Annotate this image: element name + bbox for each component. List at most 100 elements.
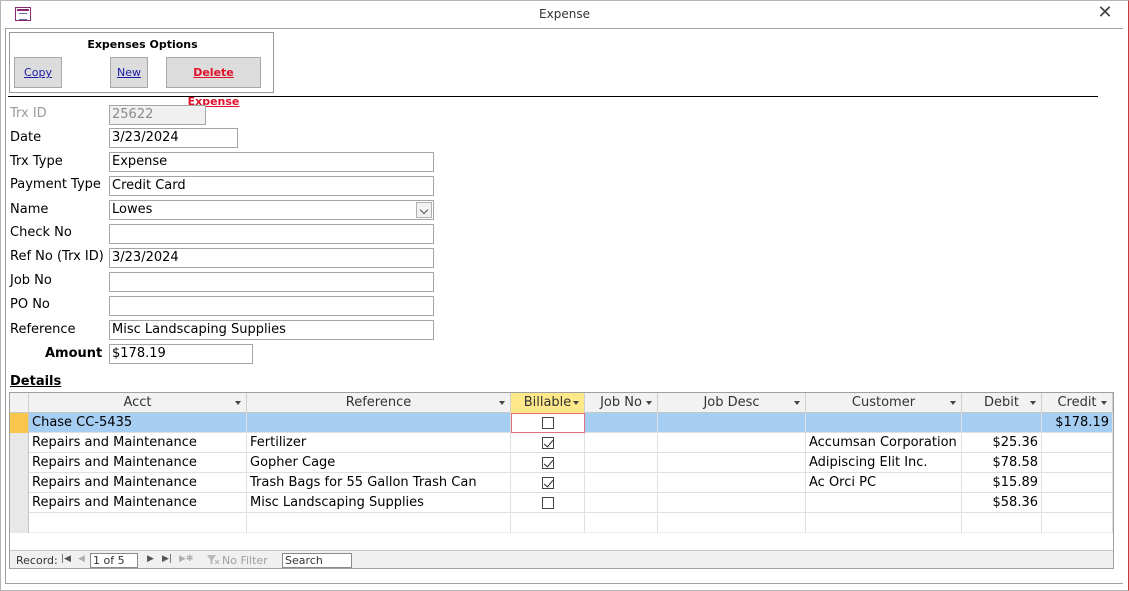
credit-cell[interactable] — [1042, 513, 1113, 533]
debit-cell[interactable]: $58.36 — [962, 493, 1042, 513]
sort-arrow-icon[interactable] — [1030, 401, 1036, 405]
date-field[interactable]: 3/23/2024 — [109, 128, 238, 148]
new-record-row[interactable] — [10, 513, 1113, 533]
customer-cell[interactable]: Adipiscing Elit Inc. — [806, 453, 962, 473]
row-selector[interactable] — [10, 453, 29, 473]
acct-cell[interactable]: Repairs and Maintenance — [29, 473, 247, 493]
column-header-billable[interactable]: Billable — [511, 393, 585, 413]
copy-button[interactable]: Copy — [14, 57, 62, 88]
reference-cell[interactable]: Fertilizer — [247, 433, 511, 453]
job-desc-cell[interactable] — [658, 513, 806, 533]
debit-cell[interactable] — [962, 513, 1042, 533]
new-record-icon[interactable]: ▶✱ — [179, 554, 193, 564]
reference-cell[interactable] — [247, 513, 511, 533]
new-button[interactable]: New — [110, 57, 148, 88]
job-no-cell[interactable] — [585, 413, 658, 433]
job-no-cell[interactable] — [585, 433, 658, 453]
sort-arrow-icon[interactable] — [646, 401, 652, 405]
customer-cell[interactable] — [806, 493, 962, 513]
job-no-cell[interactable] — [585, 453, 658, 473]
table-row[interactable]: Repairs and Maintenance Misc Landscaping… — [10, 493, 1113, 513]
chevron-down-icon[interactable] — [416, 202, 432, 218]
sort-arrow-icon[interactable] — [235, 401, 241, 405]
acct-cell[interactable]: Chase CC-5435 — [29, 413, 247, 433]
column-header-customer[interactable]: Customer — [806, 393, 962, 413]
job-desc-cell[interactable] — [658, 413, 806, 433]
customer-cell[interactable]: Ac Orci PC — [806, 473, 962, 493]
table-row[interactable]: Chase CC-5435 $178.19 — [10, 413, 1113, 433]
billable-cell[interactable] — [511, 513, 585, 533]
reference-cell[interactable] — [247, 413, 511, 433]
billable-checkbox[interactable] — [542, 437, 554, 449]
record-position-input[interactable]: 1 of 5 — [90, 553, 138, 568]
close-button[interactable]: ✕ — [1095, 3, 1115, 23]
no-filter-button[interactable]: No Filter — [207, 551, 271, 568]
amount-field[interactable]: $178.19 — [109, 344, 253, 364]
job-no-cell[interactable] — [585, 513, 658, 533]
acct-cell[interactable]: Repairs and Maintenance — [29, 433, 247, 453]
payment-type-field[interactable]: Credit Card — [109, 176, 434, 196]
row-selector[interactable] — [10, 493, 29, 513]
name-combobox[interactable]: Lowes — [109, 200, 434, 220]
row-selector[interactable] — [10, 413, 29, 433]
billable-cell[interactable] — [511, 473, 585, 493]
credit-cell[interactable] — [1042, 453, 1113, 473]
last-record-icon[interactable]: ▶| — [162, 554, 172, 564]
job-no-cell[interactable] — [585, 493, 658, 513]
debit-cell[interactable] — [962, 413, 1042, 433]
credit-cell[interactable]: $178.19 — [1042, 413, 1113, 433]
debit-cell[interactable]: $78.58 — [962, 453, 1042, 473]
job-no-field[interactable] — [109, 272, 434, 292]
column-header-credit[interactable]: Credit — [1042, 393, 1113, 413]
reference-cell[interactable]: Trash Bags for 55 Gallon Trash Can — [247, 473, 511, 493]
column-header-acct[interactable]: Acct — [29, 393, 247, 413]
check-no-field[interactable] — [109, 224, 434, 244]
billable-cell[interactable] — [511, 493, 585, 513]
job-desc-cell[interactable] — [658, 493, 806, 513]
job-desc-cell[interactable] — [658, 453, 806, 473]
customer-cell[interactable] — [806, 513, 962, 533]
column-header-debit[interactable]: Debit — [962, 393, 1042, 413]
prev-record-icon[interactable]: ◀ — [78, 554, 85, 564]
sort-arrow-icon[interactable] — [950, 401, 956, 405]
sort-arrow-icon[interactable] — [573, 401, 579, 405]
po-no-field[interactable] — [109, 296, 434, 316]
column-header-reference[interactable]: Reference — [247, 393, 511, 413]
table-row[interactable]: Repairs and Maintenance Gopher Cage Adip… — [10, 453, 1113, 473]
sort-arrow-icon[interactable] — [1101, 401, 1107, 405]
job-no-cell[interactable] — [585, 473, 658, 493]
reference-field[interactable]: Misc Landscaping Supplies — [109, 320, 434, 340]
billable-checkbox[interactable] — [542, 417, 554, 429]
row-selector[interactable] — [10, 433, 29, 453]
billable-checkbox[interactable] — [542, 477, 554, 489]
reference-cell[interactable]: Gopher Cage — [247, 453, 511, 473]
first-record-icon[interactable]: |◀ — [61, 554, 71, 564]
job-desc-cell[interactable] — [658, 433, 806, 453]
column-header-job-no[interactable]: Job No — [585, 393, 658, 413]
billable-cell[interactable] — [511, 433, 585, 453]
billable-checkbox[interactable] — [542, 457, 554, 469]
credit-cell[interactable] — [1042, 493, 1113, 513]
row-selector[interactable] — [10, 473, 29, 493]
customer-cell[interactable]: Accumsan Corporation — [806, 433, 962, 453]
acct-cell[interactable] — [29, 513, 247, 533]
acct-cell[interactable]: Repairs and Maintenance — [29, 453, 247, 473]
acct-cell[interactable]: Repairs and Maintenance — [29, 493, 247, 513]
billable-cell[interactable] — [511, 413, 585, 433]
credit-cell[interactable] — [1042, 473, 1113, 493]
search-input[interactable]: Search — [282, 553, 352, 568]
billable-cell[interactable] — [511, 453, 585, 473]
debit-cell[interactable]: $15.89 — [962, 473, 1042, 493]
table-row[interactable]: Repairs and Maintenance Fertilizer Accum… — [10, 433, 1113, 453]
next-record-icon[interactable]: ▶ — [147, 554, 154, 564]
sort-arrow-icon[interactable] — [499, 401, 505, 405]
job-desc-cell[interactable] — [658, 473, 806, 493]
trx-type-field[interactable]: Expense — [109, 152, 434, 172]
column-header-job-desc[interactable]: Job Desc — [658, 393, 806, 413]
credit-cell[interactable] — [1042, 433, 1113, 453]
select-all-corner[interactable] — [10, 393, 29, 413]
delete-expense-button[interactable]: Delete Expense — [166, 57, 261, 108]
ref-no-field[interactable]: 3/23/2024 — [109, 248, 434, 268]
debit-cell[interactable]: $25.36 — [962, 433, 1042, 453]
table-row[interactable]: Repairs and Maintenance Trash Bags for 5… — [10, 473, 1113, 493]
